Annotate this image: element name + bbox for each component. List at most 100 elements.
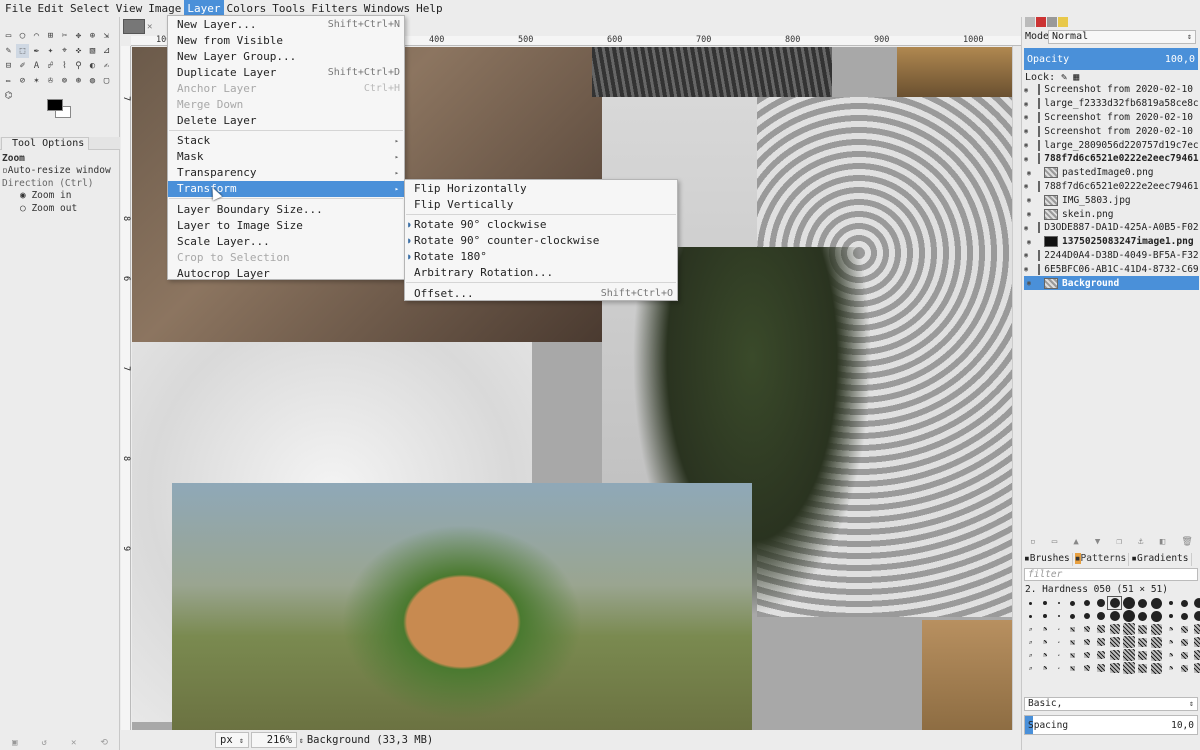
- layer-row[interactable]: ◉ 788f7d6c6521e0222e2eec79461b: [1024, 152, 1199, 166]
- brush-swatch[interactable]: [1136, 649, 1149, 661]
- brush-swatch[interactable]: [1150, 597, 1163, 609]
- menu-view[interactable]: View: [113, 0, 146, 17]
- brush-swatch[interactable]: [1066, 662, 1079, 674]
- channels-tab-icon[interactable]: [1036, 17, 1046, 27]
- brush-swatch[interactable]: [1052, 597, 1065, 609]
- brush-swatch[interactable]: [1052, 610, 1065, 622]
- tool-button-30[interactable]: ⊛: [72, 74, 85, 88]
- visibility-eye-icon[interactable]: ◉: [1024, 127, 1028, 135]
- brush-swatch[interactable]: [1164, 636, 1177, 648]
- brush-swatch[interactable]: [1108, 636, 1121, 648]
- delete-layer-icon[interactable]: 🗑: [1181, 537, 1192, 547]
- layer-menu-new-from-visible[interactable]: New from Visible: [168, 33, 404, 49]
- brush-swatch[interactable]: [1164, 597, 1177, 609]
- brush-swatch[interactable]: [1192, 610, 1200, 622]
- brush-swatch[interactable]: [1080, 623, 1093, 635]
- brush-swatch[interactable]: [1094, 636, 1107, 648]
- layer-menu-transparency[interactable]: Transparency ▸: [168, 165, 404, 181]
- save-options-icon[interactable]: ▣: [12, 738, 17, 748]
- brush-swatch[interactable]: [1107, 596, 1122, 610]
- brush-swatch[interactable]: [1122, 636, 1135, 648]
- anchor-layer-icon[interactable]: ⚓: [1138, 537, 1143, 547]
- paths-tab-icon[interactable]: [1047, 17, 1057, 27]
- brush-swatch[interactable]: [1150, 649, 1163, 661]
- brush-swatch[interactable]: [1024, 649, 1037, 661]
- visibility-eye-icon[interactable]: ◉: [1024, 155, 1028, 163]
- brush-swatch[interactable]: [1136, 662, 1149, 674]
- transform-menu-rotate-90-clockwise[interactable]: ◗ Rotate 90° clockwise: [405, 217, 677, 233]
- brush-swatch[interactable]: [1150, 623, 1163, 635]
- transform-menu-offset[interactable]: Offset... Shift+Ctrl+O: [405, 286, 677, 302]
- brush-swatch[interactable]: [1080, 662, 1093, 674]
- brush-swatch[interactable]: [1052, 623, 1065, 635]
- brush-swatch[interactable]: [1038, 636, 1051, 648]
- spacing-slider[interactable]: Spacing 10,0: [1024, 715, 1198, 735]
- brush-swatch[interactable]: [1150, 662, 1163, 674]
- brush-swatch[interactable]: [1066, 636, 1079, 648]
- brush-swatch[interactable]: [1136, 597, 1149, 609]
- brush-swatch[interactable]: [1024, 597, 1037, 609]
- tool-button-7[interactable]: ⊕: [86, 29, 99, 43]
- visibility-eye-icon[interactable]: ◉: [1024, 169, 1034, 177]
- visibility-eye-icon[interactable]: ◉: [1024, 182, 1028, 190]
- restore-options-icon[interactable]: ↺: [41, 738, 46, 748]
- brush-swatch[interactable]: [1178, 623, 1191, 635]
- lock-pixels-icon[interactable]: ✎: [1061, 72, 1067, 83]
- layer-menu-stack[interactable]: Stack ▸: [168, 133, 404, 149]
- brush-swatch[interactable]: [1024, 636, 1037, 648]
- layer-row[interactable]: ◉ D3ODE887-DA1D-425A-A0B5-F02A: [1024, 221, 1199, 235]
- layer-row[interactable]: ◉ Screenshot from 2020-02-10 1: [1024, 111, 1199, 125]
- new-group-icon[interactable]: ▭: [1052, 537, 1057, 547]
- menu-edit[interactable]: Edit: [35, 0, 68, 17]
- zoom-out-radio[interactable]: ○ Zoom out: [20, 203, 77, 214]
- layer-row[interactable]: ◉ large_2809056d220757d19c7ecb: [1024, 138, 1199, 152]
- brush-swatch[interactable]: [1108, 649, 1121, 661]
- brush-swatch[interactable]: [1150, 636, 1163, 648]
- layers-tab-icon[interactable]: [1025, 17, 1035, 27]
- layer-row[interactable]: ◉ Screenshot from 2020-02-10 1: [1024, 124, 1199, 138]
- layer-row[interactable]: ◉ large_f2333d32fb6819a58ce8c8: [1024, 97, 1199, 111]
- lower-layer-icon[interactable]: ▼: [1095, 537, 1100, 547]
- brush-swatch[interactable]: [1052, 636, 1065, 648]
- visibility-eye-icon[interactable]: ◉: [1024, 265, 1028, 273]
- brush-swatch[interactable]: [1136, 623, 1149, 635]
- brush-swatch[interactable]: [1178, 636, 1191, 648]
- brush-swatch[interactable]: [1122, 610, 1135, 622]
- menu-select[interactable]: Select: [67, 0, 113, 17]
- tool-button-6[interactable]: ✥: [72, 29, 85, 43]
- brush-swatch[interactable]: [1052, 649, 1065, 661]
- tool-button-18[interactable]: ✐: [16, 59, 29, 73]
- layer-row[interactable]: ◉ Background: [1024, 276, 1199, 290]
- raise-layer-icon[interactable]: ▲: [1073, 537, 1078, 547]
- tool-button-3[interactable]: ⌒: [30, 29, 43, 43]
- brush-swatch[interactable]: [1164, 662, 1177, 674]
- layer-row[interactable]: ◉ pastedImage0.png: [1024, 166, 1199, 180]
- visibility-eye-icon[interactable]: ◉: [1024, 279, 1034, 287]
- vertical-ruler[interactable]: 7 8 6 7 8 9: [121, 46, 131, 738]
- layer-row[interactable]: ◉ 1375025083247image1.png: [1024, 235, 1199, 249]
- image-tab-thumbnail[interactable]: [123, 19, 145, 34]
- brush-swatch[interactable]: [1178, 662, 1191, 674]
- brush-swatch[interactable]: [1108, 623, 1121, 635]
- tool-button-33[interactable]: ⌬: [2, 89, 15, 103]
- layer-menu-mask[interactable]: Mask ▸: [168, 149, 404, 165]
- visibility-eye-icon[interactable]: ◉: [1024, 224, 1028, 232]
- tool-button-24[interactable]: ✍: [100, 59, 113, 73]
- brush-swatch[interactable]: [1178, 597, 1191, 609]
- tool-button-27[interactable]: ✶: [30, 74, 43, 88]
- zoom-selector[interactable]: 216%: [251, 732, 297, 748]
- opacity-slider[interactable]: Opacity 100,0: [1024, 48, 1198, 70]
- mask-layer-icon[interactable]: ◧: [1160, 537, 1165, 547]
- brush-swatch[interactable]: [1066, 597, 1079, 609]
- brush-swatch[interactable]: [1094, 623, 1107, 635]
- brush-swatch[interactable]: [1066, 649, 1079, 661]
- brush-swatch[interactable]: [1066, 610, 1079, 622]
- visibility-eye-icon[interactable]: ◉: [1024, 113, 1028, 121]
- brush-swatch[interactable]: [1164, 649, 1177, 661]
- foreground-color-swatch[interactable]: [47, 99, 63, 111]
- tool-button-32[interactable]: ▢: [100, 74, 113, 88]
- brush-swatch[interactable]: [1136, 610, 1149, 622]
- lock-alpha-icon[interactable]: ▦: [1073, 72, 1079, 83]
- tool-button-22[interactable]: ⚲: [72, 59, 85, 73]
- brush-swatch[interactable]: [1080, 649, 1093, 661]
